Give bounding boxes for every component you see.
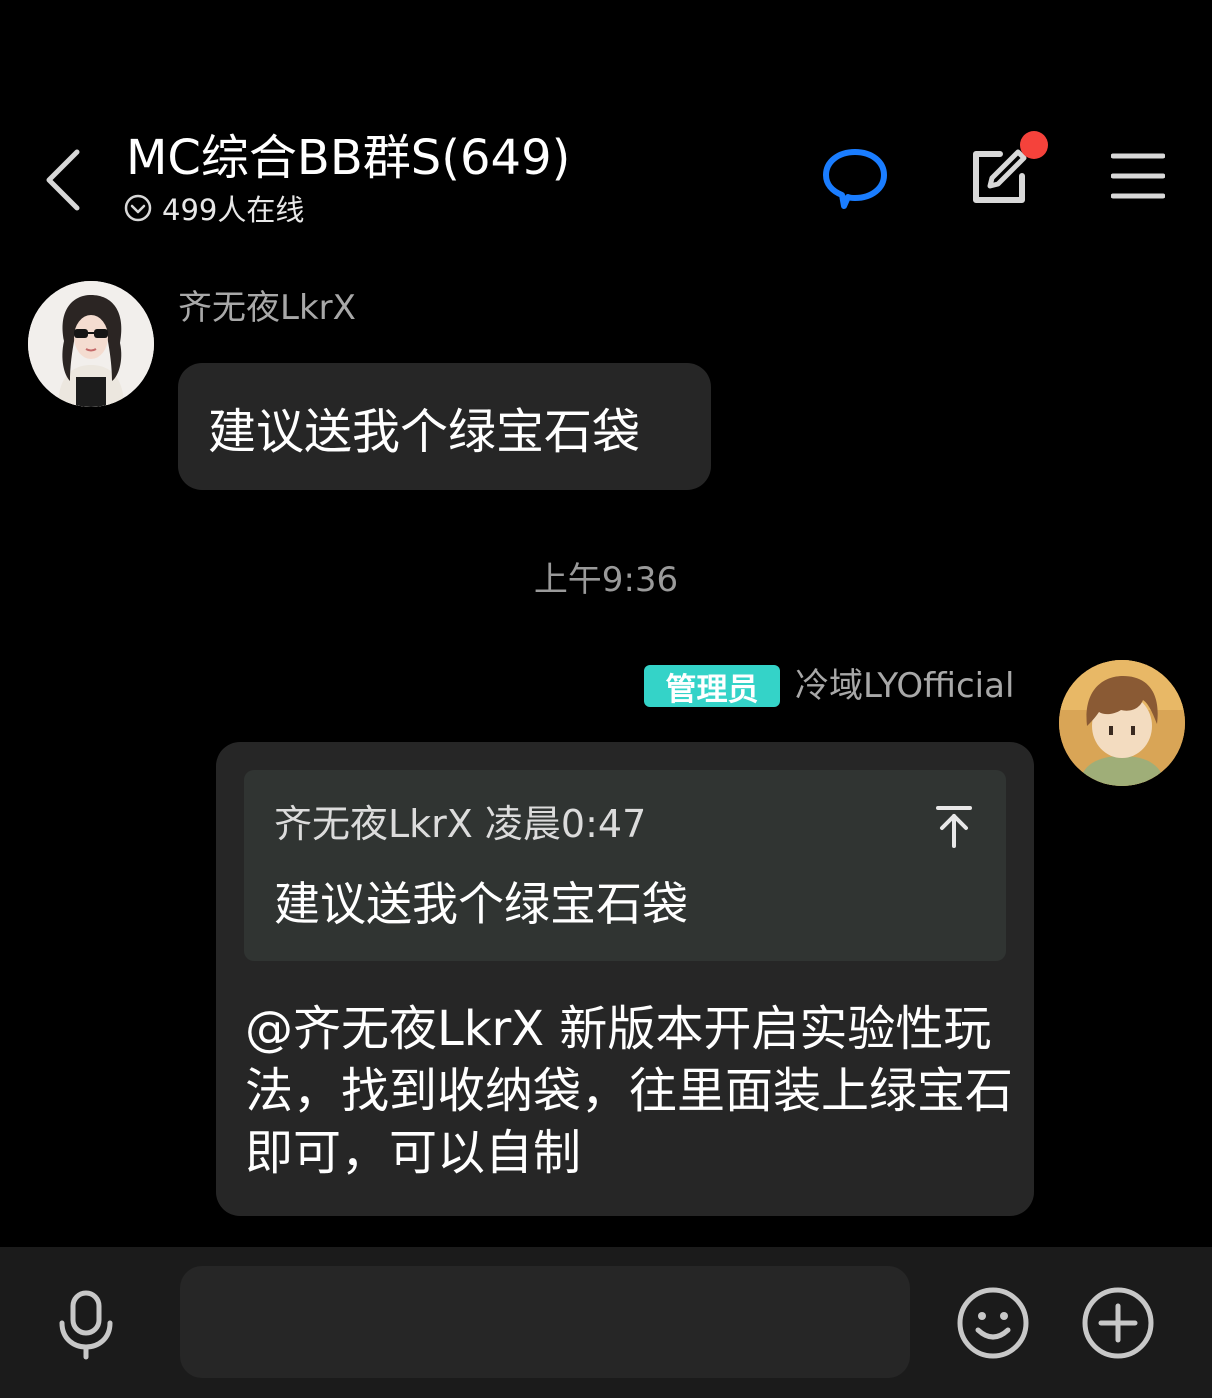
menu-button[interactable] — [1104, 146, 1172, 206]
emoji-button[interactable] — [954, 1284, 1032, 1362]
quoted-message-text: 建议送我个绿宝石袋 — [274, 877, 688, 931]
avatar[interactable] — [28, 281, 154, 407]
online-count-label: 499人在线 — [162, 193, 305, 227]
chevron-down-circle-icon — [124, 194, 152, 222]
input-bar — [0, 1247, 1212, 1398]
microphone-icon — [54, 1289, 118, 1361]
message-input[interactable] — [180, 1266, 910, 1378]
notification-dot — [1020, 131, 1048, 159]
quoted-message-meta: 齐无夜LkrX 凌晨0:47 — [274, 802, 647, 846]
menu-icon — [1111, 152, 1165, 200]
smiley-icon — [956, 1286, 1030, 1360]
chat-button[interactable] — [816, 140, 894, 216]
online-status[interactable]: 499人在线 — [124, 190, 305, 227]
message-timestamp: 上午9:36 — [533, 560, 679, 600]
quoted-message[interactable]: 齐无夜LkrX 凌晨0:47 建议送我个绿宝石袋 — [244, 770, 1006, 961]
avatar[interactable] — [1059, 660, 1185, 786]
sender-name[interactable]: 齐无夜LkrX — [178, 286, 356, 330]
chevron-left-icon — [43, 148, 83, 212]
message-bubble[interactable]: 建议送我个绿宝石袋 — [178, 363, 711, 490]
message-text: 建议送我个绿宝石袋 — [208, 403, 641, 460]
jump-to-quote-button[interactable] — [924, 798, 984, 854]
plus-circle-icon — [1081, 1286, 1155, 1360]
group-title[interactable]: MC综合BB群S(649) — [126, 128, 570, 188]
arrow-up-icon — [934, 804, 974, 848]
more-button[interactable] — [1079, 1284, 1157, 1362]
chat-bubble-icon — [822, 146, 888, 210]
sender-name[interactable]: 冷域LYOfficial — [795, 663, 1014, 709]
back-button[interactable] — [28, 140, 98, 220]
message-bubble[interactable]: 齐无夜LkrX 凌晨0:47 建议送我个绿宝石袋 @齐无夜LkrX 新版本开启实… — [216, 742, 1034, 1216]
voice-button[interactable] — [46, 1285, 126, 1365]
admin-badge: 管理员 — [644, 665, 780, 708]
edit-note-icon — [966, 144, 1030, 208]
message-text: @齐无夜LkrX 新版本开启实验性玩法，找到收纳袋，往里面装上绿宝石即可，可以自… — [245, 1001, 1014, 1181]
